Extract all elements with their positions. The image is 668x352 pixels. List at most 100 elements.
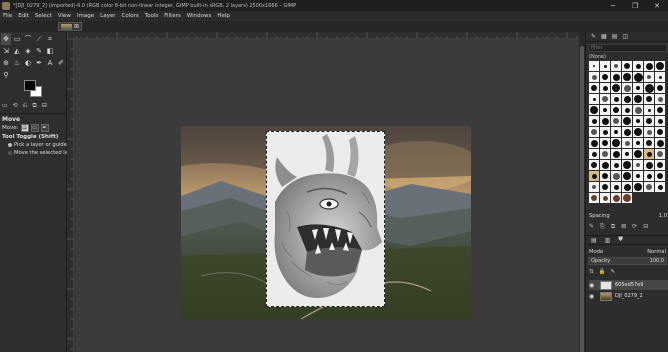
menu-select[interactable]: Select [35,13,52,19]
brush-preview[interactable] [644,83,654,93]
brush-preview[interactable] [589,193,599,203]
brush-preview[interactable] [633,182,643,192]
brush-preview[interactable] [644,61,654,71]
dodge-tool-icon[interactable]: ◐ [23,57,33,69]
panel-menu-icon[interactable]: ⊟ [42,102,47,112]
undo-history-tab-icon[interactable]: ⎌ [23,102,28,112]
menu-tools[interactable]: Tools [145,13,159,19]
fuzzy-select-tool-icon[interactable]: ⟋ [34,33,44,45]
brush-preview[interactable] [611,127,621,137]
brush-preview[interactable] [600,182,610,192]
brush-preview[interactable] [622,182,632,192]
brush-preview[interactable] [600,138,610,148]
clone-tool-icon[interactable]: ⊕ [1,57,11,69]
brush-preview[interactable] [589,83,599,93]
brush-filter-input[interactable]: filter [588,44,667,52]
brush-preview[interactable] [611,149,621,159]
brush-preview[interactable] [622,160,632,170]
foreground-color-swatch[interactable] [24,80,36,91]
brush-preview[interactable] [589,149,599,159]
move-tool-icon[interactable]: ✥ [1,33,11,45]
brush-preview[interactable] [655,61,665,71]
brush-preview[interactable] [600,149,610,159]
brushes-tab-icon[interactable]: ✎ [591,33,596,40]
brush-preview[interactable] [611,160,621,170]
brush-preview[interactable] [622,149,632,159]
brush-preview[interactable] [589,160,599,170]
maximize-button[interactable]: ❐ [624,0,646,11]
brush-preview[interactable] [655,149,665,159]
layer-row[interactable]: ◉ DJI_0279_2 [589,291,668,301]
crop-tool-icon[interactable]: ⌗ [45,33,55,45]
brush-preview[interactable] [622,94,632,104]
document-history-tab-icon[interactable]: ◫ [622,33,628,40]
brush-preview[interactable] [611,72,621,82]
brush-preview[interactable] [611,83,621,93]
spacing-row[interactable]: Spacing 1.0 [589,212,667,220]
brush-preview[interactable] [600,94,610,104]
new-brush-icon[interactable]: ⎘ [600,223,605,232]
layer-mode-row[interactable]: Mode Normal [589,248,668,256]
paintbrush-tool-icon[interactable]: ✎ [34,45,44,57]
move-selection-mode-button[interactable]: ▭ [30,124,39,132]
brush-preview[interactable] [633,138,643,148]
brush-preview[interactable] [644,116,654,126]
brush-preview[interactable] [633,105,643,115]
brush-preview[interactable] [644,182,654,192]
brush-preview[interactable] [655,72,665,82]
brush-preview[interactable] [589,72,599,82]
patterns-tab-icon[interactable]: ▦ [601,33,607,40]
dragon-sketch-layer[interactable] [266,131,385,307]
move-path-mode-button[interactable]: ✒ [40,124,49,132]
mode-dropdown[interactable]: Normal [647,249,666,255]
brush-preview[interactable] [622,138,632,148]
menu-layer[interactable]: Layer [100,13,115,19]
brush-preview[interactable] [589,182,599,192]
lasso-tool-icon[interactable]: ⌒ [23,33,33,45]
move-layer-mode-button[interactable]: ▤ [20,124,29,132]
open-brush-as-image-icon[interactable]: ⊟ [643,223,648,232]
fg-bg-colors[interactable] [24,80,44,98]
eraser-tool-icon[interactable]: ◧ [45,45,55,57]
brush-preview[interactable] [600,72,610,82]
brush-preview[interactable] [655,105,665,115]
brush-preview[interactable] [600,160,610,170]
brush-preview[interactable] [611,193,621,203]
channels-tab-icon[interactable]: ▥ [605,237,611,244]
fonts-tab-icon[interactable]: ▤ [612,33,618,40]
close-tab-icon[interactable]: ⊠ [74,23,79,30]
paths-tab-icon[interactable]: ⛊ [618,236,623,244]
opacity-slider[interactable]: Opacity 100.0 [588,257,667,265]
paths-tool-icon[interactable]: ✒ [34,57,44,69]
close-button[interactable]: ✕ [646,0,668,11]
device-status-tab-icon[interactable]: ⟲ [13,102,18,112]
brush-preview[interactable] [622,193,632,203]
brush-preview[interactable] [600,105,610,115]
brush-preview[interactable] [633,116,643,126]
brush-preview[interactable] [600,61,610,71]
menu-help[interactable]: Help [217,13,230,19]
transform-tool-icon[interactable]: ⇲ [1,45,11,57]
brush-preview[interactable] [611,171,621,181]
menu-filters[interactable]: Filters [164,13,181,19]
brush-preview[interactable] [633,127,643,137]
brush-preview[interactable] [633,83,643,93]
brush-preview[interactable] [633,149,643,159]
brush-preview[interactable] [655,116,665,126]
color-picker-tool-icon[interactable]: ✐ [56,57,66,69]
brush-preview[interactable] [622,72,632,82]
warp-tool-icon[interactable]: ◭ [12,45,22,57]
minimize-button[interactable]: ─ [602,0,624,11]
menu-image[interactable]: Image [77,13,94,19]
bucket-fill-tool-icon[interactable]: ◈ [23,45,33,57]
menu-view[interactable]: View [58,13,71,19]
brush-preview[interactable] [644,160,654,170]
brush-preview[interactable] [600,171,610,181]
brush-preview[interactable] [589,116,599,126]
brush-preview[interactable] [600,193,610,203]
brush-preview[interactable] [633,72,643,82]
brush-preview[interactable] [611,182,621,192]
brush-preview[interactable] [655,83,665,93]
horizontal-ruler[interactable] [66,32,579,39]
brush-preview[interactable] [600,83,610,93]
